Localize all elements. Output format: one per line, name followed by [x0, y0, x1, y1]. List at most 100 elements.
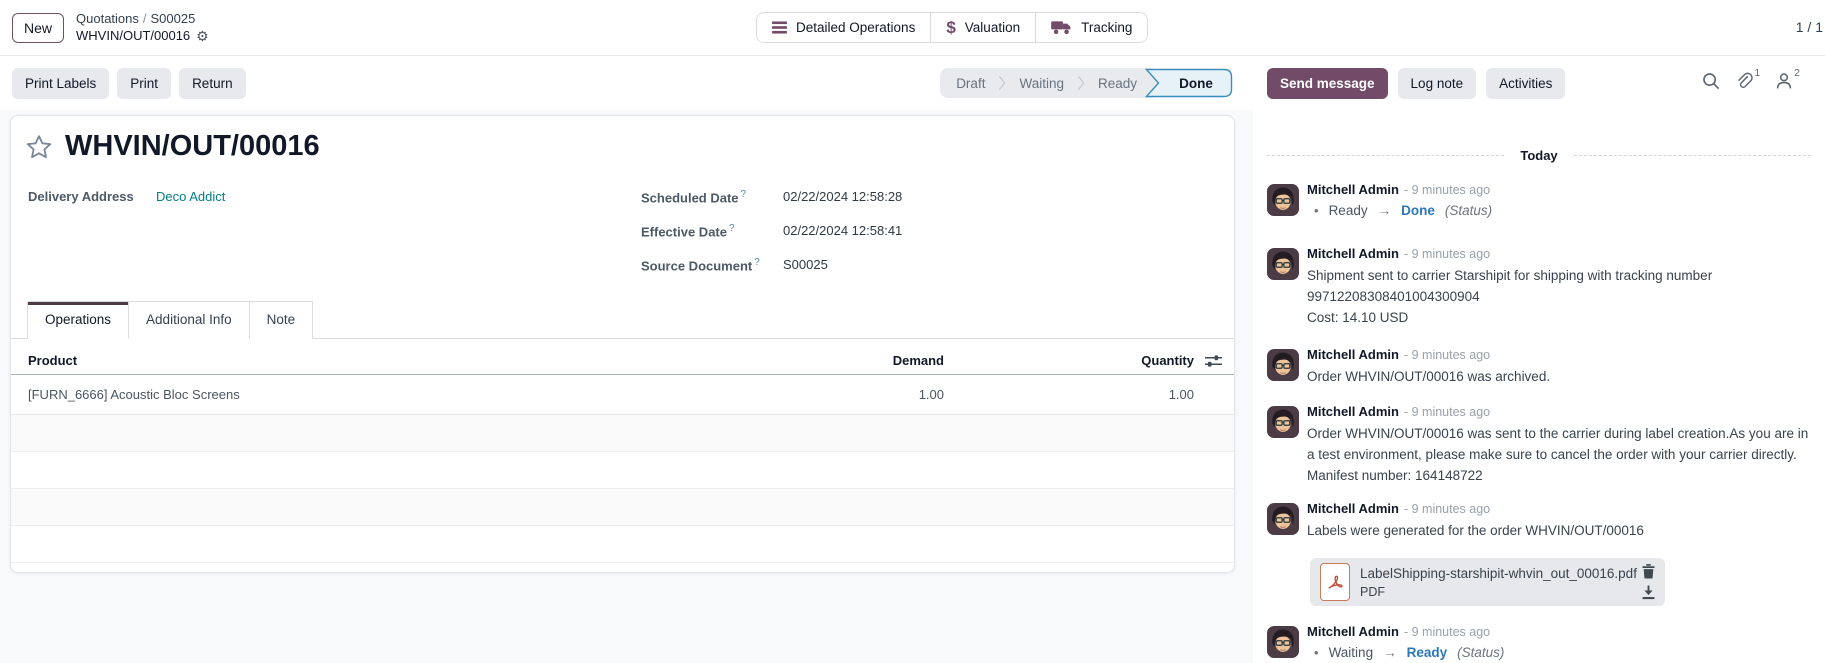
message-author: Mitchell Admin [1307, 246, 1399, 261]
chatter-message: Mitchell Admin- 9 minutes ago • Ready → … [1267, 182, 1815, 218]
breadcrumb: Quotations/S00025 WHVIN/OUT/00016 ⚙ [76, 11, 209, 45]
notebook-tabs: Operations Additional Info Note [11, 301, 1234, 339]
operations-table: Product Demand Quantity [FURN_6666] Acou… [11, 347, 1234, 571]
view-switch-group: Detailed Operations $ Valuation Tracking [756, 12, 1148, 43]
message-body: Cost: 14.10 USD [1307, 307, 1812, 328]
message-author: Mitchell Admin [1307, 501, 1399, 516]
attachment-card[interactable]: LabelShipping-starshipit-whvin_out_00016… [1310, 558, 1665, 606]
message-time: - 9 minutes ago [1404, 405, 1490, 419]
empty-row [11, 452, 1234, 489]
send-message-button[interactable]: Send message [1267, 68, 1388, 99]
scheduled-date-value[interactable]: 02/22/2024 12:58:28 [783, 189, 902, 204]
quantity-cell[interactable]: 1.00 [944, 387, 1194, 402]
chatter-message: Mitchell Admin - 9 minutes ago • Waiting … [1267, 624, 1815, 660]
breadcrumb-quotations-link[interactable]: Quotations [76, 11, 139, 26]
tab-additional-info[interactable]: Additional Info [129, 301, 250, 339]
avatar[interactable] [1267, 626, 1299, 658]
acrobat-glyph-icon [1326, 573, 1344, 591]
tab-note[interactable]: Note [250, 301, 314, 339]
record-title[interactable]: WHVIN/OUT/00016 [65, 130, 320, 163]
attachment-count: 1 [1754, 67, 1760, 79]
paperclip-icon [1735, 72, 1753, 90]
pdf-file-icon[interactable] [1320, 563, 1350, 601]
tracking-button[interactable]: Tracking [1036, 13, 1147, 42]
status-step-ready[interactable]: Ready [1098, 76, 1137, 91]
column-header-quantity[interactable]: Quantity [944, 353, 1194, 368]
tracking-new-value: Ready [1407, 645, 1448, 660]
table-row[interactable]: [FURN_6666] Acoustic Bloc Screens 1.00 1… [11, 375, 1234, 415]
optional-columns-icon[interactable] [1205, 354, 1222, 368]
help-icon: ? [754, 257, 760, 268]
avatar[interactable] [1267, 406, 1299, 438]
avatar[interactable] [1267, 248, 1299, 280]
message-author: Mitchell Admin [1307, 624, 1399, 639]
chatter-message: Mitchell Admin- 9 minutes ago Shipment s… [1267, 246, 1815, 328]
product-cell[interactable]: [FURN_6666] Acoustic Bloc Screens [28, 387, 804, 402]
favorite-star-icon[interactable] [26, 134, 52, 160]
message-author: Mitchell Admin [1307, 347, 1399, 362]
dollar-icon: $ [946, 19, 955, 36]
message-time: - 9 minutes ago [1404, 183, 1490, 197]
message-time: - 9 minutes ago [1404, 625, 1490, 639]
effective-date-label: Effective Date? [641, 223, 735, 239]
print-labels-button[interactable]: Print Labels [12, 68, 109, 99]
column-header-demand[interactable]: Demand [804, 353, 944, 368]
tracking-change: • Waiting → Ready (Status) [1307, 645, 1815, 660]
status-step-waiting[interactable]: Waiting [1019, 76, 1064, 91]
pager[interactable]: 1 / 1 [1796, 19, 1823, 35]
return-button[interactable]: Return [179, 68, 246, 99]
print-button[interactable]: Print [117, 68, 171, 99]
effective-date-value[interactable]: 02/22/2024 12:58:41 [783, 223, 902, 238]
tracking-field-name: (Status) [1445, 203, 1492, 218]
message-time: - 9 minutes ago [1404, 348, 1490, 362]
attachment-filetype: PDF [1360, 585, 1632, 599]
chatter-icons: 1 2 [1702, 72, 1800, 90]
chevron-right-icon [1077, 74, 1085, 92]
avatar[interactable] [1267, 184, 1299, 216]
valuation-button[interactable]: $ Valuation [931, 13, 1036, 42]
source-document-label: Source Document? [641, 257, 760, 273]
help-icon: ? [729, 223, 735, 234]
delivery-address-label: Delivery Address [28, 189, 134, 204]
attachment-filename[interactable]: LabelShipping-starshipit-whvin_out_00016… [1360, 566, 1632, 581]
tracking-field-name: (Status) [1457, 645, 1504, 660]
status-step-done-active[interactable]: Done [1145, 68, 1233, 98]
chatter-message: Mitchell Admin- 9 minutes ago Labels wer… [1267, 501, 1815, 606]
new-button[interactable]: New [12, 13, 64, 43]
top-navbar: New Quotations/S00025 WHVIN/OUT/00016 ⚙ … [0, 0, 1825, 56]
delivery-address-link[interactable]: Deco Addict [156, 189, 225, 204]
status-done-label: Done [1179, 76, 1213, 91]
statusbar: Draft Waiting Ready Done [940, 68, 1233, 98]
message-author: Mitchell Admin [1307, 404, 1399, 419]
attachments-icon[interactable]: 1 [1735, 72, 1760, 90]
message-body: Order WHVIN/OUT/00016 was archived. [1307, 366, 1812, 387]
form-sheet: WHVIN/OUT/00016 Delivery Address Deco Ad… [10, 115, 1235, 573]
tab-operations[interactable]: Operations [27, 301, 129, 339]
activities-button[interactable]: Activities [1486, 68, 1565, 99]
status-step-draft[interactable]: Draft [956, 76, 985, 91]
source-document-value[interactable]: S00025 [783, 257, 828, 272]
control-bar: Print Labels Print Return Draft Waiting … [0, 57, 1825, 110]
detailed-operations-button[interactable]: Detailed Operations [757, 13, 931, 42]
download-attachment-icon[interactable] [1642, 585, 1655, 600]
breadcrumb-sale-order-link[interactable]: S00025 [151, 11, 196, 26]
arrow-right-icon: → [1383, 645, 1397, 660]
date-divider: Today [1267, 148, 1811, 163]
log-note-button[interactable]: Log note [1398, 68, 1477, 99]
tracking-new-value: Done [1401, 203, 1435, 218]
message-time: - 9 minutes ago [1404, 247, 1490, 261]
truck-icon [1051, 20, 1072, 35]
avatar[interactable] [1267, 349, 1299, 381]
tracking-old-value: Ready [1329, 203, 1368, 218]
detailed-operations-label: Detailed Operations [796, 20, 915, 35]
search-messages-icon[interactable] [1702, 72, 1720, 90]
message-author: Mitchell Admin [1307, 182, 1399, 197]
column-header-product[interactable]: Product [28, 353, 804, 368]
message-body: Labels were generated for the order WHVI… [1307, 520, 1812, 541]
delete-attachment-icon[interactable] [1642, 564, 1655, 579]
avatar[interactable] [1267, 503, 1299, 535]
breadcrumb-separator: / [143, 11, 147, 26]
gear-icon[interactable]: ⚙ [196, 29, 209, 43]
followers-icon[interactable]: 2 [1775, 72, 1800, 90]
demand-cell[interactable]: 1.00 [804, 387, 944, 402]
